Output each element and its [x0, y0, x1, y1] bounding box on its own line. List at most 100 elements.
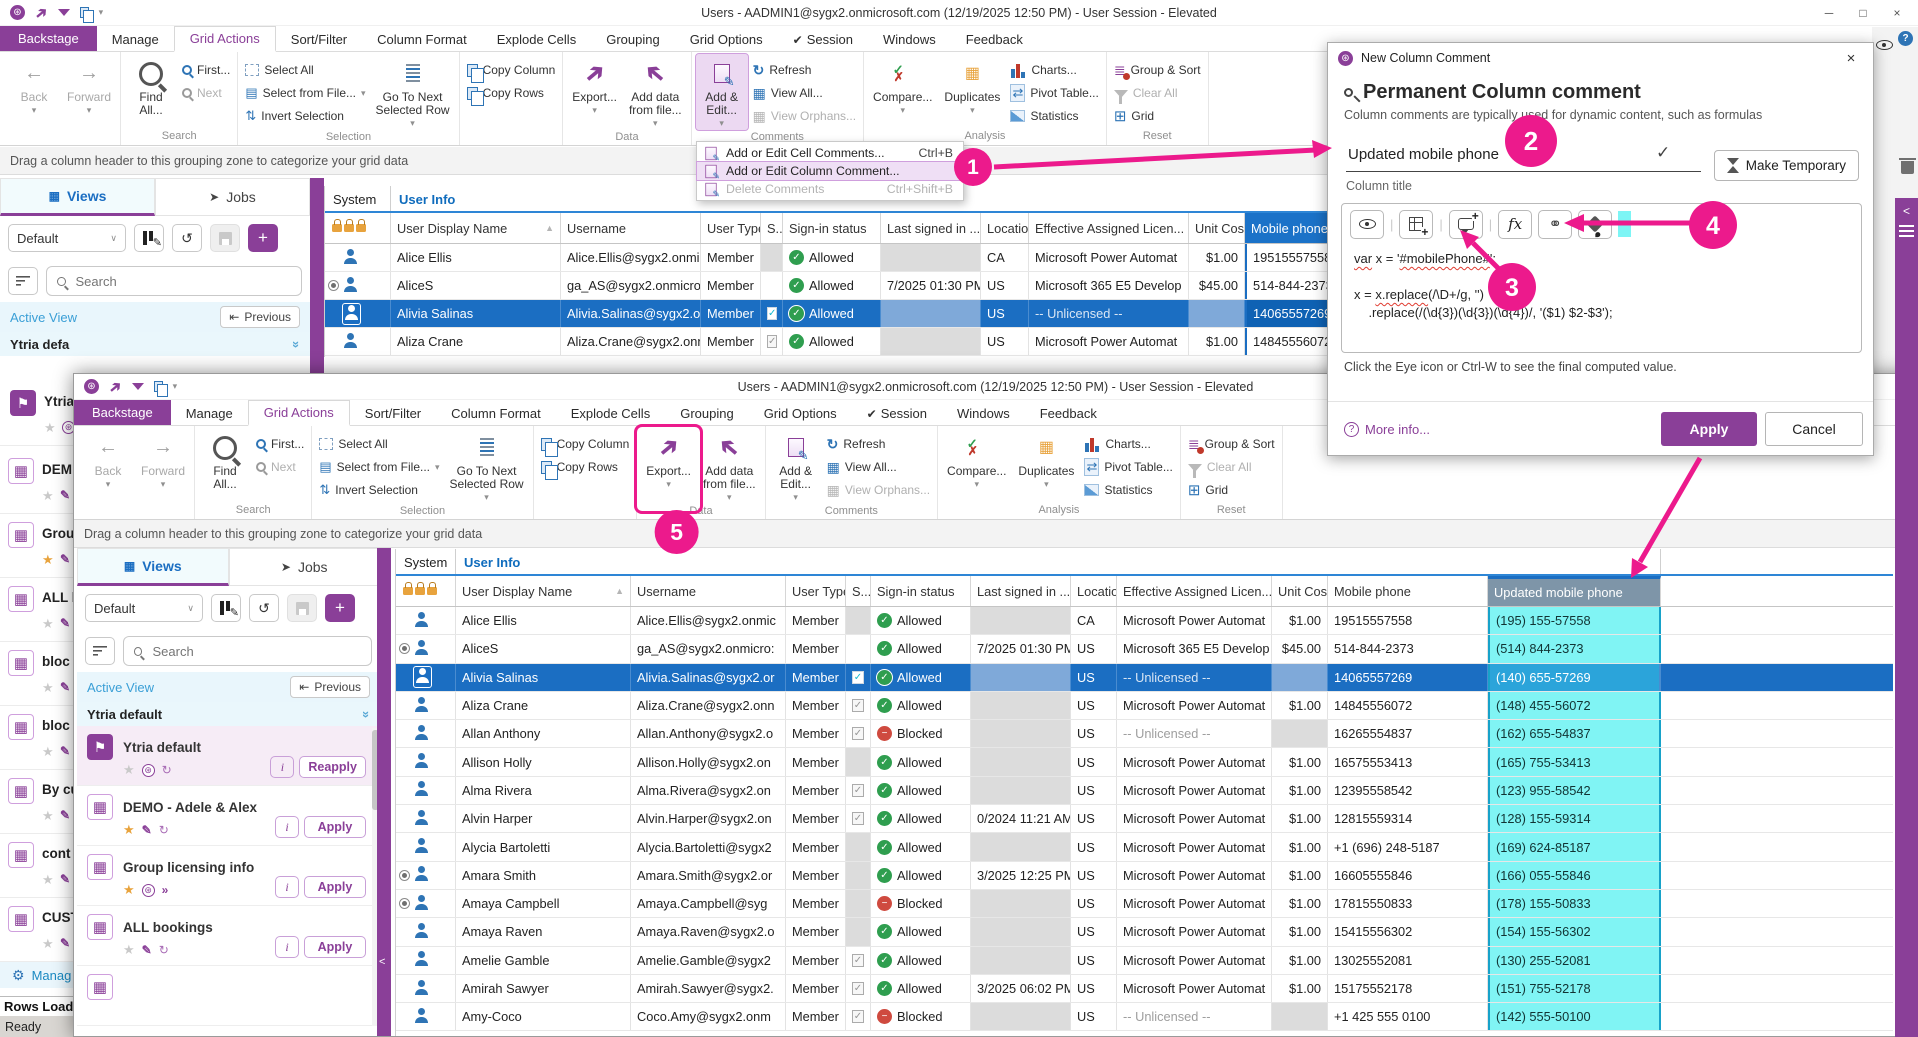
apply-button[interactable]: Apply — [304, 876, 366, 898]
grid-cell[interactable] — [396, 1003, 456, 1030]
fill-color-button[interactable] — [1578, 210, 1612, 239]
grid-cell[interactable] — [396, 720, 456, 747]
grid-cell[interactable]: Coco.Amy@sygx2.onm — [631, 1003, 786, 1030]
grid-cell[interactable]: AliceS — [456, 635, 631, 662]
grid-cell[interactable]: $1.00 — [1189, 328, 1245, 355]
star-icon[interactable]: ★ — [123, 822, 135, 838]
grid-cell[interactable]: Microsoft 365 E5 Develop — [1029, 272, 1189, 299]
grid-cell[interactable]: ✓Allowed — [871, 862, 971, 889]
tab-explode-cells[interactable]: Explode Cells — [556, 402, 666, 425]
filter-button[interactable] — [8, 267, 38, 295]
trash-icon[interactable] — [1901, 161, 1914, 174]
add-view-button[interactable]: + — [248, 224, 278, 252]
grid-cell[interactable]: Alma Rivera — [456, 777, 631, 804]
grid-cell[interactable]: 0/2024 11:21 AM — [971, 805, 1071, 832]
table-row[interactable]: Aliza CraneAliza.Crane@sygx2.onnMember✓✓… — [325, 328, 1418, 356]
column-header-status[interactable]: Sign-in status — [783, 213, 881, 243]
filter-icon[interactable] — [58, 9, 70, 16]
info-button[interactable]: i — [270, 756, 294, 778]
column-header-s[interactable]: S... — [761, 213, 783, 243]
table-row[interactable]: AliceSga_AS@sygx2.onmicro:Member✓Allowed… — [325, 272, 1418, 300]
tab-feedback[interactable]: Feedback — [951, 28, 1038, 51]
grid-cell[interactable] — [846, 862, 871, 889]
grid-cell[interactable]: 7/2025 01:30 PM — [971, 635, 1071, 662]
grid-cell[interactable]: ✓Allowed — [871, 607, 971, 634]
collapse-icon[interactable]: < — [1903, 204, 1910, 218]
tab-grouping[interactable]: Grouping — [591, 28, 674, 51]
column-header-locks[interactable] — [325, 213, 391, 243]
sidebar-splitter[interactable]: < — [377, 548, 391, 1036]
grid-cell[interactable]: Amelie.Gamble@sygx2 — [631, 947, 786, 974]
ribbon-charts[interactable]: Charts... — [1081, 434, 1175, 454]
grid-cell[interactable] — [846, 748, 871, 775]
grid-cell[interactable]: Member — [786, 777, 846, 804]
tab-grid-actions[interactable]: Grid Actions — [174, 26, 276, 52]
grid-cell[interactable]: Microsoft Power Automat — [1117, 805, 1272, 832]
grid-cell[interactable]: +1 425 555 0100 — [1328, 1003, 1488, 1030]
grid-cell[interactable] — [761, 244, 783, 271]
grid-cell[interactable]: Allan.Anthony@sygx2.o — [631, 720, 786, 747]
table-row[interactable]: Aliza CraneAliza.Crane@sygx2.onnMember✓✓… — [396, 692, 1893, 720]
ribbon-grid[interactable]: ⊞Grid — [1111, 106, 1204, 126]
table-row[interactable]: Alice EllisAlice.Ellis@sygx2.onmicMember… — [325, 244, 1418, 272]
edit-columns-button[interactable] — [134, 224, 164, 252]
table-row[interactable]: Amara SmithAmara.Smith@sygx2.orMember✓Al… — [396, 862, 1893, 890]
grid-cell[interactable]: Aliza.Crane@sygx2.onn — [631, 692, 786, 719]
chevron-double-down-icon[interactable]: » — [359, 710, 374, 717]
grid-cell[interactable]: Alycia Bartoletti — [456, 833, 631, 860]
save-button[interactable] — [287, 594, 317, 622]
grid-cell[interactable]: AliceS — [391, 272, 561, 299]
undo-button[interactable]: ↺ — [249, 594, 279, 622]
checkbox-icon[interactable]: ✓ — [852, 812, 864, 825]
checkbox-icon[interactable]: ✓ — [852, 1010, 864, 1023]
tab-windows[interactable]: Windows — [942, 402, 1025, 425]
search-input[interactable] — [46, 266, 302, 296]
grid-cell[interactable] — [396, 777, 456, 804]
ribbon-view-all[interactable]: ▦View All... — [824, 457, 933, 477]
grid-cell[interactable]: CA — [981, 244, 1029, 271]
grid-cell[interactable]: $1.00 — [1272, 607, 1328, 634]
grid-cell[interactable]: $1.00 — [1272, 947, 1328, 974]
checkbox-icon[interactable]: ✓ — [852, 727, 864, 740]
grid-cell[interactable] — [396, 805, 456, 832]
make-temporary-button[interactable]: Make Temporary — [1714, 150, 1859, 181]
ribbon-group-sort[interactable]: ≣Group & Sort — [1111, 60, 1204, 80]
share-icon[interactable]: ➔ — [31, 2, 52, 24]
grid-cell[interactable]: US — [981, 328, 1029, 355]
grid-cell[interactable]: Member — [786, 833, 846, 860]
grid-cell[interactable]: $45.00 — [1189, 272, 1245, 299]
ribbon-refresh[interactable]: ↻Refresh — [750, 60, 859, 80]
grid-cell[interactable]: 19515557558 — [1328, 607, 1488, 634]
fx-formula-button[interactable]: fx — [1498, 210, 1532, 239]
grid-cell[interactable]: Microsoft Power Automat — [1029, 328, 1189, 355]
grid-cell[interactable]: (142) 555-50100 — [1488, 1003, 1661, 1030]
ribbon-go-to-next-selected-row[interactable]: Go To Next Selected Row▾ — [371, 54, 455, 130]
grid-cell[interactable]: ✓Allowed — [783, 300, 881, 327]
ribbon-find-all[interactable]: Find All... — [199, 428, 251, 503]
grid-cell[interactable]: US — [981, 300, 1029, 327]
reapply-button[interactable]: Reapply — [299, 756, 366, 778]
grid-cell[interactable]: US — [1071, 720, 1117, 747]
view-item-demo-adele-alex[interactable]: ▦DEMO - Adele & Alex★✎↻iApply — [77, 786, 380, 846]
close-button[interactable]: × — [1882, 3, 1912, 23]
ribbon-grid[interactable]: ⊞Grid — [1185, 480, 1278, 500]
grid-cell[interactable] — [971, 748, 1071, 775]
grid-cell[interactable]: ✓Allowed — [871, 833, 971, 860]
grid-cell[interactable]: Member — [701, 244, 761, 271]
ribbon-copy-rows[interactable]: Copy Rows — [538, 457, 633, 477]
grid-cell[interactable]: (178) 155-50833 — [1488, 890, 1661, 917]
checkbox-icon[interactable]: ✓ — [852, 699, 864, 712]
column-header-status[interactable]: Sign-in status — [871, 576, 971, 606]
info-button[interactable]: i — [275, 876, 299, 898]
view-set-selector[interactable]: Default∨ — [8, 224, 126, 252]
grid-cell[interactable]: Aliza Crane — [456, 692, 631, 719]
tab-manage[interactable]: Manage — [171, 402, 248, 425]
grid-cell[interactable]: 3/2025 06:02 PM — [971, 975, 1071, 1002]
grid-cell[interactable]: US — [1071, 918, 1117, 945]
grid-cell[interactable]: -- Unlicensed -- — [1117, 664, 1272, 691]
grid-cell[interactable]: −Blocked — [871, 720, 971, 747]
checkbox-icon[interactable]: ✓ — [852, 982, 864, 995]
grid-cell[interactable]: Member — [786, 918, 846, 945]
grid-cell[interactable] — [396, 748, 456, 775]
ribbon-statistics[interactable]: Statistics — [1007, 106, 1101, 126]
